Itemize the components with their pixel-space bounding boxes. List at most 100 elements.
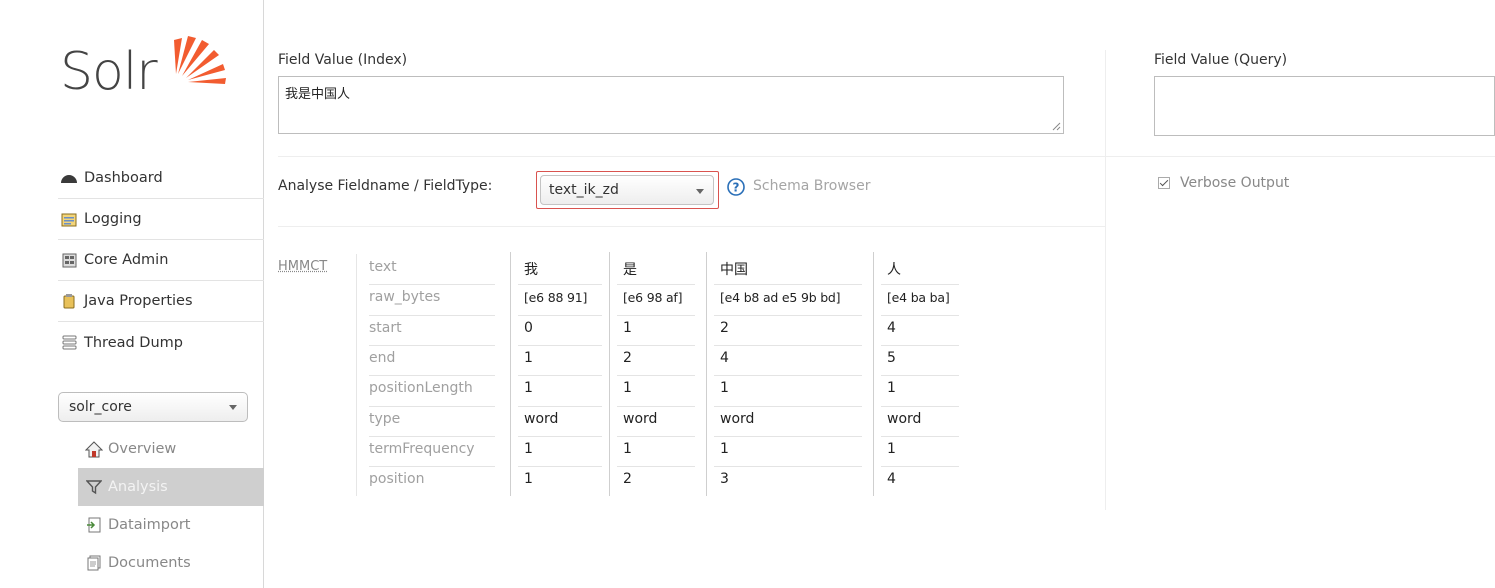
- row-divider: [369, 435, 495, 437]
- core-menu-item-dataimport[interactable]: Dataimport: [78, 506, 264, 544]
- verbose-output-label: Verbose Output: [1180, 175, 1290, 191]
- nav-label: Logging: [84, 211, 142, 227]
- row-divider: [714, 284, 862, 286]
- analysis-panel: Field Value (Index) 我是中国人 Field Value (Q…: [265, 0, 1495, 588]
- section-divider: [278, 156, 1495, 157]
- attribute-name-type: type: [369, 410, 401, 427]
- index-value-input[interactable]: 我是中国人: [278, 76, 1064, 134]
- token-termfrequency: 1: [720, 440, 729, 457]
- core-menu-item-documents[interactable]: Documents: [78, 544, 264, 582]
- nav-item-logging[interactable]: Logging: [58, 199, 264, 240]
- query-value-input[interactable]: [1154, 76, 1495, 136]
- token-positionlength: 1: [720, 380, 729, 397]
- token-position: 2: [623, 471, 632, 488]
- nav-label: Thread Dump: [84, 334, 183, 351]
- chevron-down-icon: [229, 405, 237, 410]
- java-properties-icon: [60, 293, 78, 309]
- token-column: [609, 252, 699, 496]
- index-value-label: Field Value (Index): [278, 52, 408, 68]
- nav-item-thread-dump[interactable]: Thread Dump: [58, 322, 264, 363]
- token-text: 是: [623, 262, 637, 278]
- token-type: word: [887, 410, 922, 427]
- query-value-label: Field Value (Query): [1154, 52, 1288, 68]
- nav-item-core-admin[interactable]: Core Admin: [58, 240, 264, 281]
- filter-icon: [84, 478, 104, 496]
- token-start: 2: [720, 319, 729, 336]
- token-end: 1: [524, 349, 533, 366]
- row-divider: [617, 284, 695, 286]
- core-menu-item-analysis[interactable]: Analysis: [78, 468, 264, 506]
- attribute-name-start: start: [369, 319, 402, 336]
- token-start: 0: [524, 319, 533, 336]
- schema-browser-link[interactable]: Schema Browser: [753, 178, 870, 194]
- row-divider: [617, 314, 695, 316]
- token-position: 1: [524, 471, 533, 488]
- row-divider: [518, 466, 602, 468]
- token-type: word: [524, 410, 559, 427]
- fieldtype-select[interactable]: text_ik_zd: [540, 175, 714, 205]
- checkbox-checked-icon[interactable]: [1158, 177, 1170, 189]
- nav-item-java-properties[interactable]: Java Properties: [58, 281, 264, 322]
- row-divider: [881, 314, 959, 316]
- help-icon[interactable]: ?: [727, 178, 745, 196]
- token-raw_bytes: [e4 ba ba]: [887, 290, 950, 306]
- home-icon: [84, 440, 104, 458]
- token-positionlength: 1: [623, 380, 632, 397]
- token-text: 中国: [720, 262, 748, 278]
- token-raw_bytes: [e6 88 91]: [524, 290, 588, 306]
- row-divider: [617, 375, 695, 377]
- main-nav: Dashboard Logging Core Admin Java Proper…: [58, 158, 264, 363]
- row-divider: [518, 314, 602, 316]
- solr-flame-icon: [174, 36, 226, 84]
- row-divider: [714, 375, 862, 377]
- analyzer-name[interactable]: HMMCT: [278, 259, 327, 274]
- column-divider: [1105, 50, 1106, 510]
- core-admin-icon: [60, 252, 78, 268]
- verbose-output-checkbox[interactable]: Verbose Output: [1158, 175, 1289, 191]
- token-termfrequency: 1: [524, 440, 533, 457]
- nav-label: Core Admin: [84, 252, 169, 268]
- row-divider: [881, 405, 959, 407]
- nav-item-dashboard[interactable]: Dashboard: [58, 158, 264, 199]
- core-menu-label: Documents: [108, 555, 191, 571]
- token-text: 我: [524, 262, 538, 278]
- attribute-name-text: text: [369, 259, 397, 275]
- token-positionlength: 1: [524, 380, 533, 397]
- thread-dump-icon: [60, 335, 78, 351]
- token-position: 3: [720, 471, 729, 488]
- row-divider: [881, 344, 959, 346]
- row-divider: [617, 435, 695, 437]
- fieldtype-select-highlight: text_ik_zd: [536, 171, 719, 209]
- token-column: [510, 252, 606, 496]
- attribute-name-end: end: [369, 349, 396, 366]
- token-type: word: [720, 410, 755, 427]
- token-column: [873, 252, 963, 496]
- core-selector-value: solr_core: [69, 399, 132, 415]
- row-divider: [369, 284, 495, 286]
- row-divider: [881, 375, 959, 377]
- row-divider: [881, 435, 959, 437]
- token-column: [706, 252, 866, 496]
- nav-label: Dashboard: [84, 170, 163, 186]
- svg-text:?: ?: [733, 181, 740, 195]
- attribute-name-positionlength: positionLength: [369, 380, 473, 397]
- solr-logo[interactable]: Solr: [60, 34, 240, 124]
- token-start: 4: [887, 319, 896, 336]
- token-start: 1: [623, 319, 632, 336]
- core-menu-item-overview[interactable]: Overview: [78, 430, 264, 468]
- core-selector[interactable]: solr_core: [58, 392, 248, 422]
- row-divider: [369, 314, 495, 316]
- token-positionlength: 1: [887, 380, 896, 397]
- attribute-name-raw_bytes: raw_bytes: [369, 289, 441, 306]
- sidebar: Solr Dashboard Logging Core Admin Java P…: [0, 0, 264, 588]
- row-divider: [714, 466, 862, 468]
- token-termfrequency: 1: [623, 440, 632, 457]
- nav-label: Java Properties: [84, 293, 193, 309]
- token-termfrequency: 1: [887, 440, 896, 457]
- core-menu-label: Analysis: [108, 479, 168, 495]
- row-divider: [617, 466, 695, 468]
- resize-grip-icon[interactable]: [1052, 122, 1061, 131]
- token-end: 4: [720, 349, 729, 366]
- row-divider: [714, 344, 862, 346]
- row-divider: [714, 435, 862, 437]
